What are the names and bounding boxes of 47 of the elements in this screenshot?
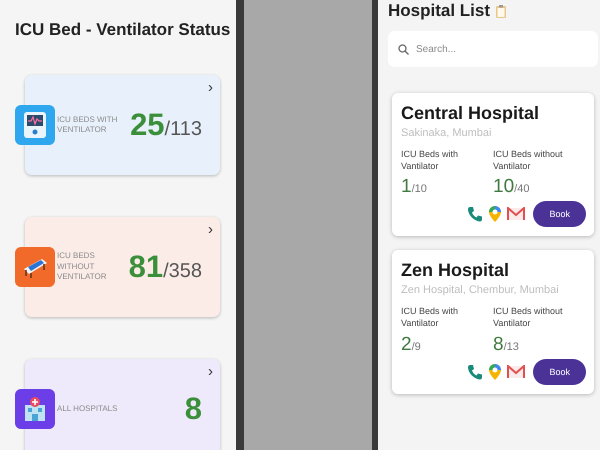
phone-icon[interactable] xyxy=(467,362,484,381)
chevron-icon[interactable]: › xyxy=(208,79,213,96)
map-pin-icon[interactable] xyxy=(488,362,502,381)
book-button[interactable]: Book xyxy=(533,201,586,228)
available-count: 8 xyxy=(493,334,504,355)
stat-card[interactable]: ICU BEDS WITHOUT VENTILATOR 81/358 › xyxy=(25,217,220,317)
monitor-icon xyxy=(23,111,47,139)
bed-label: ICU Beds without Vantilator xyxy=(493,149,564,172)
hospital-name: Zen Hospital xyxy=(401,260,510,282)
total-count: /358 xyxy=(163,260,202,283)
map-pin-icon[interactable] xyxy=(488,205,502,224)
chevron-icon[interactable]: › xyxy=(208,221,213,238)
screen-title: ICU Bed - Ventilator Status xyxy=(15,20,230,40)
hospital-name: Central Hospital xyxy=(401,103,540,124)
total-count: /10 xyxy=(412,183,427,196)
book-button[interactable]: Book xyxy=(533,358,586,385)
stat-label: ICU BEDS WITH VENTILATOR xyxy=(57,114,118,136)
bed-label: ICU Beds without Vantilator xyxy=(493,306,564,330)
total-count: /40 xyxy=(514,183,530,196)
chevron-icon[interactable]: › xyxy=(208,363,213,380)
stat-label: ICU BEDS WITHOUT VENTILATOR xyxy=(57,251,108,283)
available-count: 1 xyxy=(401,176,412,198)
mail-icon[interactable] xyxy=(507,207,526,222)
stat-label: ALL HOSPITALS xyxy=(57,404,118,414)
clipboard-icon xyxy=(495,4,508,18)
available-count: 25 xyxy=(130,107,165,143)
phone-icon[interactable] xyxy=(467,205,484,224)
hospital-card[interactable]: Zen Hospital Zen Hospital, Chembur, Mumbai ICU Beds with Vantilator 2/9 ICU Beds without Vantilator 8/13 Book xyxy=(392,250,594,394)
total-count: /13 xyxy=(504,340,519,353)
available-count: 8 xyxy=(184,391,202,427)
available-count: 81 xyxy=(128,249,164,285)
available-count: 10 xyxy=(493,176,514,198)
bed-label: ICU Beds with Vantilator xyxy=(401,306,460,330)
search-field[interactable]: Search... xyxy=(388,31,598,67)
mail-icon[interactable] xyxy=(507,364,526,379)
bed-label: ICU Beds with Vantilator xyxy=(401,149,460,172)
stat-card[interactable]: ICU BEDS WITH VENTILATOR 25/113 › xyxy=(25,75,220,175)
hospital-address: Zen Hospital, Chembur, Mumbai xyxy=(401,284,560,296)
stat-card[interactable]: ALL HOSPITALS 8 › xyxy=(25,359,220,450)
total-count: /113 xyxy=(164,118,202,141)
total-count: /9 xyxy=(412,340,421,353)
search-icon xyxy=(398,44,409,55)
hospital-icon xyxy=(22,396,48,422)
hospital-address: Sakinaka, Mumbai xyxy=(401,127,492,139)
screen-title: Hospital List xyxy=(388,1,490,21)
hospital-card[interactable]: Central Hospital Sakinaka, Mumbai ICU Beds with Vantilator 1/10 ICU Beds without Vantilator 10/40 Book xyxy=(392,93,594,236)
available-count: 2 xyxy=(401,334,412,355)
